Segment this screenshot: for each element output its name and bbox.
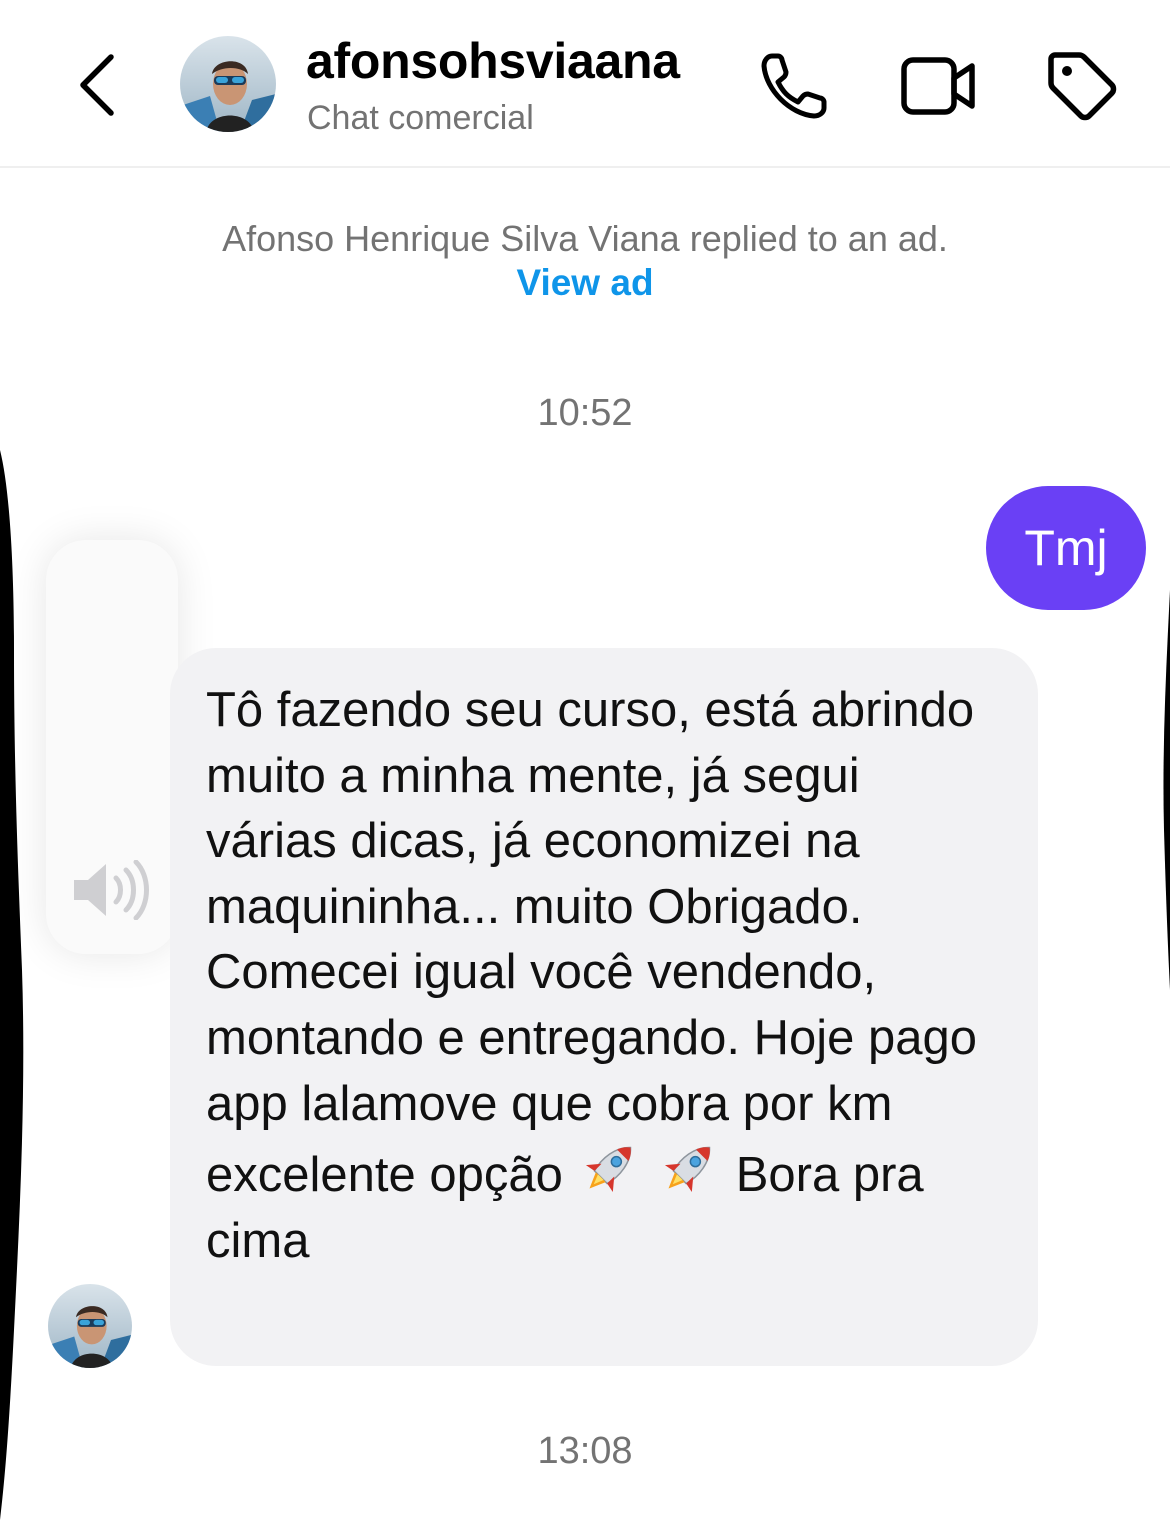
outgoing-message-bubble[interactable]: Tmj <box>986 486 1146 610</box>
chat-header: afonsohsviaana Chat comercial <box>0 0 1170 168</box>
speaker-icon <box>74 860 149 920</box>
incoming-message-part1: Tô fazendo seu curso, está abrindo muito… <box>206 683 991 1203</box>
label-button[interactable] <box>1040 44 1124 128</box>
outgoing-message-text: Tmj <box>1024 520 1108 576</box>
contact-name[interactable]: afonsohsviaana <box>306 32 680 90</box>
back-button[interactable] <box>62 40 132 130</box>
view-ad-link[interactable]: View ad <box>0 262 1170 304</box>
volume-hud-overlay <box>46 540 178 954</box>
contact-avatar[interactable] <box>180 36 276 132</box>
rocket-emoji-icon <box>585 1146 631 1193</box>
tag-icon <box>1048 52 1117 121</box>
audio-call-button[interactable] <box>752 44 836 128</box>
video-call-button[interactable] <box>896 44 980 128</box>
incoming-message-text: Tô fazendo seu curso, está abrindo muito… <box>206 678 998 1274</box>
contact-subtitle: Chat comercial <box>307 99 534 137</box>
message-timestamp: 13:08 <box>537 1430 633 1472</box>
rocket-emoji-icon <box>665 1146 711 1193</box>
chevron-left-icon <box>80 54 114 116</box>
message-timestamp: 10:52 <box>537 392 633 434</box>
sender-avatar[interactable] <box>48 1284 132 1368</box>
phone-icon <box>761 53 827 119</box>
video-camera-icon <box>901 57 975 115</box>
incoming-message-bubble[interactable]: Tô fazendo seu curso, está abrindo muito… <box>170 648 1038 1366</box>
ad-reply-notice: Afonso Henrique Silva Viana replied to a… <box>222 218 948 259</box>
